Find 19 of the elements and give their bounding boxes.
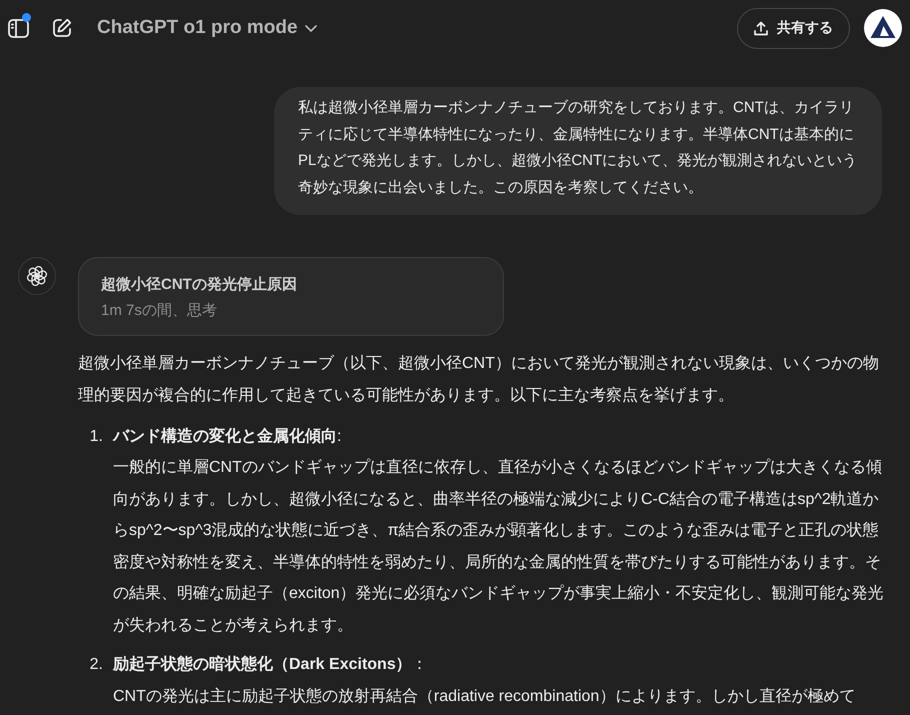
account-avatar-icon[interactable]	[864, 9, 902, 47]
pencil-square-icon	[52, 18, 72, 38]
chevron-down-icon	[304, 24, 317, 32]
point-heading: 励起子状態の暗状態化（Dark Excitons）：	[113, 654, 428, 676]
reasoning-duration: 1m 7sの間、思考	[101, 300, 217, 321]
point-text: 一般的に単層CNTのバンドギャップは直径に依存し、直径が小さくなるほどバンドギャップは大きくなる傾向があります。しかし、超微小径になると、曲率半径の極端な減少によりC-C結合の電子構造はsp^2軌道からsp^2〜sp^3混成的な状態に近づき、π結合系の歪みが顕著化します。このような歪みは電子と正孔の状態密度や対称性を変え、半導体的特性を弱めたり、局所的な金属的性質を帯びたりする可能性があります。その結果、明確な励起子（exciton）発光に必須なバンドギャップが事実上縮小・不安定化し、観測可能な発光が失われることが考えられます。	[113, 458, 885, 636]
upload-icon	[754, 20, 768, 36]
user-message-bubble: 私は超微小径単層カーボンナノチューブの研究をしております。CNTは、カイラリティに応じて半導体特性になったり、金属特性になります。半導体CNTは基本的にPLなどで発光します。しかし、超微小径CNTにおいて、発光が観測されないという奇妙な現象に出会いました。この原因を考察してください。	[274, 87, 882, 215]
response-paragraph: 超微小径単層カーボンナノチューブ（以下、超微小径CNT）において発光が観測されない現象は、いくつかの物理的要因が複合的に作用して起きている可能性があります。以下に主な考察点を挙げます。	[78, 354, 880, 406]
assistant-logo-icon	[18, 256, 56, 295]
share-button[interactable]: 共有する	[737, 8, 850, 48]
point-text: CNTの発光は主に励起子状態の放射再結合（radiative recombination）によります。しかし直径が極めて	[113, 686, 856, 707]
list-number: 1.	[90, 426, 104, 447]
reasoning-title: 超微小径CNTの発光停止原因	[101, 274, 297, 295]
list-number: 2.	[90, 655, 104, 676]
sidebar-icon	[8, 18, 28, 38]
reasoning-summary-card[interactable]: 超微小径CNTの発光停止原因 1m 7sの間、思考	[78, 256, 504, 336]
model-selector[interactable]: ChatGPT o1 pro mode	[89, 10, 325, 46]
point-heading: バンド構造の変化と金属化傾向:	[113, 426, 342, 447]
